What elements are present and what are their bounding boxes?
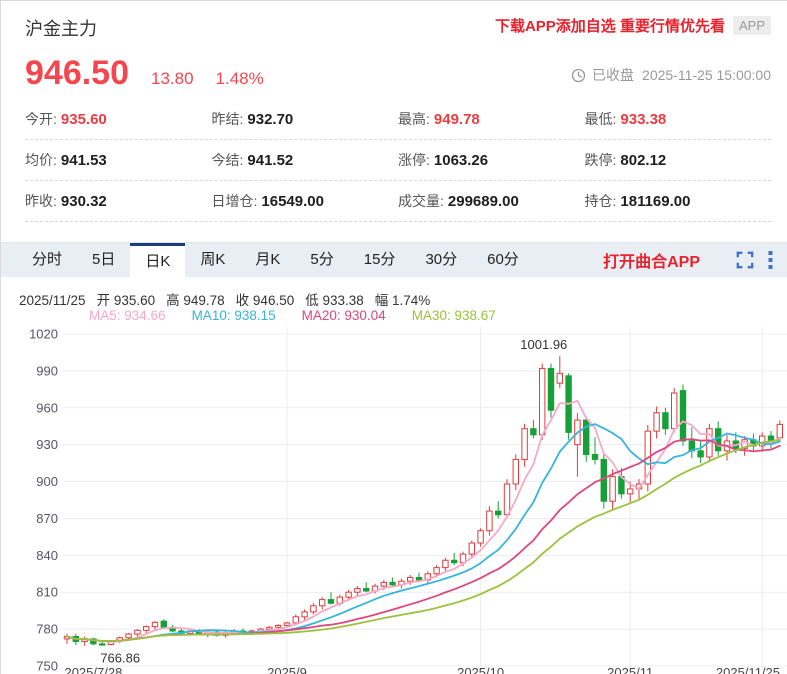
stats-grid: 今开: 935.60 昨结: 932.70 最高: 949.78 最低: 933.38 均价: 9…: [25, 99, 771, 222]
stat-日增仓: 日增仓: 16549.00: [211, 193, 324, 210]
last-price: 946.50: [25, 54, 129, 92]
stat-涨停: 涨停: 1063.26: [398, 152, 489, 169]
ma-legend-item: MA30: 938.67: [411, 308, 496, 323]
x-axis-label: 2025/10: [457, 665, 505, 674]
ma-legend-item: MA5: 934.66: [89, 308, 166, 323]
tab-月K[interactable]: 月K: [240, 243, 295, 277]
download-app-promo-link[interactable]: 下载APP添加自选 重要行情优先看: [495, 15, 725, 36]
stat-今结: 今结: 941.52: [211, 152, 294, 169]
tab-5分[interactable]: 5分: [295, 243, 348, 277]
svg-text:1001.96: 1001.96: [520, 337, 567, 352]
tab-60分[interactable]: 60分: [472, 243, 534, 277]
stat-昨收: 昨收: 930.32: [25, 193, 107, 210]
x-axis-label: 2025/9: [267, 665, 307, 674]
stat-最低: 最低: 933.38: [584, 111, 667, 128]
tabs-container: 分时 5日 日K 周K 月K 5分 15分 30分 60分: [17, 243, 534, 282]
kline-chart[interactable]: 10209909609309008708408107807501001.9676…: [1, 327, 787, 671]
open-app-link[interactable]: 打开曲合APP: [603, 248, 700, 272]
ohlc-segment: 幅 1.74%: [374, 293, 431, 308]
symbol-title: 沪金主力: [25, 19, 97, 39]
svg-text:766.86: 766.86: [100, 650, 140, 665]
tab-周K[interactable]: 周K: [185, 243, 240, 277]
clock-icon: [571, 68, 586, 82]
stat-今开: 今开: 935.60: [25, 111, 107, 128]
svg-text:840: 840: [36, 548, 58, 563]
stat-昨结: 昨结: 932.70: [211, 111, 294, 128]
ohlc-info-bar: 2025/11/25 开 935.60 高 949.78 收 946.50 低 933.…: [1, 289, 787, 308]
stat-持仓: 持仓: 181169.00: [584, 193, 691, 210]
x-axis-label: 2025/7/28: [64, 665, 123, 674]
tab-分时[interactable]: 分时: [17, 243, 77, 277]
fullscreen-button[interactable]: [736, 251, 754, 269]
app-badge: APP: [732, 16, 771, 35]
ma-legend-item: MA20: 930.04: [301, 308, 386, 323]
price-change: 13.80: [151, 69, 194, 88]
tab-日K[interactable]: 日K: [130, 243, 186, 282]
tab-5日[interactable]: 5日: [77, 243, 130, 277]
ohlc-segment: 高 949.78: [166, 293, 225, 308]
svg-text:870: 870: [36, 511, 58, 526]
svg-text:930: 930: [36, 437, 58, 452]
closed-timestamp: 2025-11-25 15:00:00: [642, 67, 771, 83]
quote-header: 沪金主力 下载APP添加自选 重要行情优先看 APP 946.50 13.80 …: [1, 1, 787, 93]
market-status: 已收盘: [592, 67, 635, 83]
ohlc-segment: 收 946.50: [235, 293, 295, 308]
svg-text:810: 810: [36, 585, 58, 600]
x-axis-labels: 2025/7/28 2025/9 2025/10 2025/11 2025/11/25: [1, 665, 787, 674]
stat-跌停: 跌停: 802.12: [584, 152, 667, 169]
tab-15分[interactable]: 15分: [349, 243, 411, 277]
ma-legend-item: MA10: 938.15: [191, 308, 276, 323]
ohlc-segment: 开 935.60: [96, 293, 156, 308]
price-change-pct: 1.48%: [215, 69, 264, 88]
stat-均价: 均价: 941.53: [25, 152, 107, 169]
stat-最高: 最高: 949.78: [398, 111, 480, 128]
fullscreen-icon: [736, 251, 754, 269]
svg-text:1020: 1020: [29, 327, 58, 342]
svg-text:960: 960: [36, 400, 58, 415]
stats-row: 昨收: 930.32 日增仓: 16549.00 成交量: 299689.00 持仓: 181…: [25, 181, 771, 222]
kline-chart-area: 1020 990 960 930 900 870 840 810 780 750 1001.96 76…: [1, 327, 787, 674]
period-tabbar: 分时 5日 日K 周K 月K 5分 15分 30分 60分 打开曲合APP: [1, 242, 787, 282]
ohlc-segment: 2025/11/25: [19, 293, 86, 308]
svg-text:990: 990: [36, 363, 58, 378]
x-axis-label: 2025/11: [607, 665, 654, 674]
stats-row: 今开: 935.60 昨结: 932.70 最高: 949.78 最低: 933.38: [25, 99, 771, 140]
svg-text:780: 780: [36, 622, 58, 637]
tab-30分[interactable]: 30分: [410, 243, 472, 277]
more-menu-button[interactable]: [768, 251, 773, 269]
stat-成交量: 成交量: 299689.00: [398, 193, 519, 210]
kebab-menu-icon: [768, 251, 773, 269]
stats-row: 均价: 941.53 今结: 941.52 涨停: 1063.26 跌停: 802.12: [25, 140, 771, 181]
quote-page: 沪金主力 下载APP添加自选 重要行情优先看 APP 946.50 13.80 …: [0, 0, 787, 674]
ohlc-segment: 低 933.38: [305, 293, 364, 308]
svg-text:900: 900: [36, 474, 58, 489]
ma-legend: MA5: 934.66 MA10: 938.15 MA20: 930.04 MA30:…: [1, 308, 787, 325]
x-axis-label: 2025/11/25: [715, 665, 780, 674]
